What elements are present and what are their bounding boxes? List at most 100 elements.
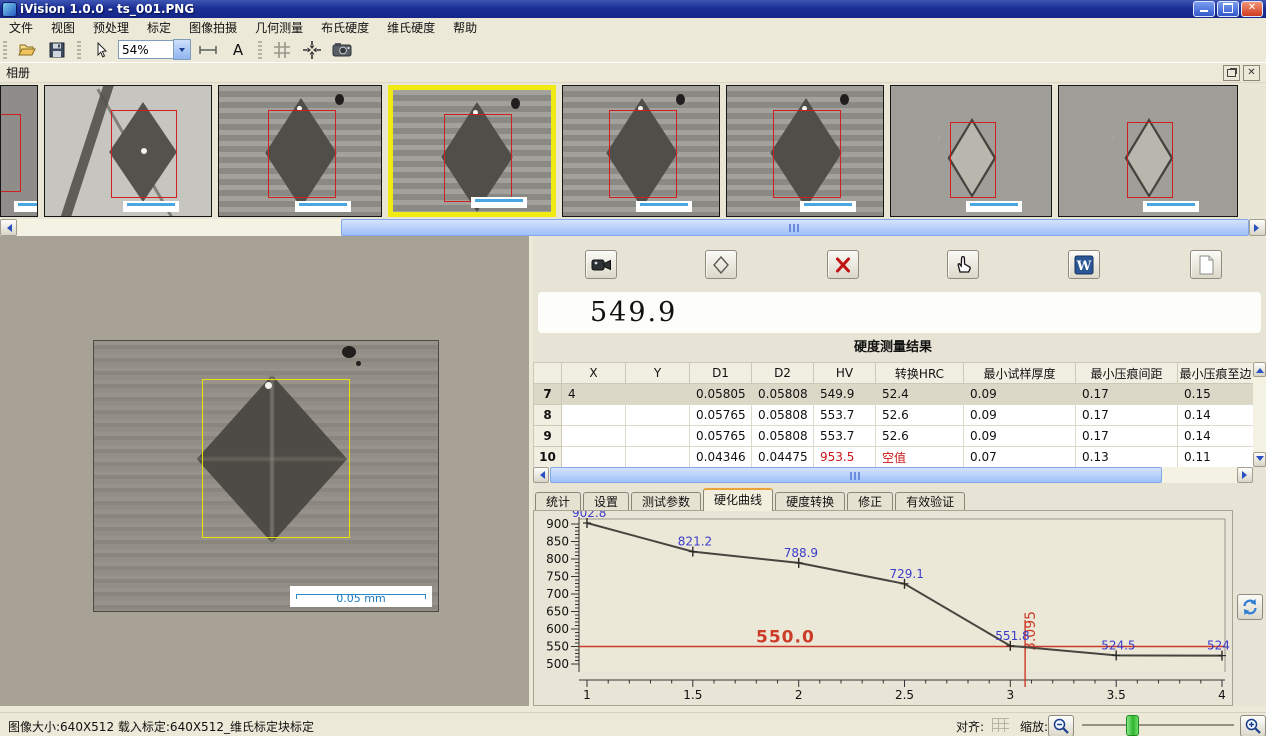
- measurement-box[interactable]: [202, 379, 350, 538]
- open-file-button[interactable]: [14, 38, 40, 61]
- float-panel-button[interactable]: [1223, 65, 1240, 81]
- menu-item-1[interactable]: 视图: [42, 18, 84, 37]
- tab-6[interactable]: 有效验证: [895, 492, 965, 511]
- menu-item-2[interactable]: 预处理: [84, 18, 138, 37]
- tab-3[interactable]: 硬化曲线: [703, 488, 773, 511]
- scroll-left-button[interactable]: [0, 219, 17, 236]
- menu-item-4[interactable]: 图像拍摄: [180, 18, 246, 37]
- tab-4[interactable]: 硬度转换: [775, 492, 845, 511]
- tab-5[interactable]: 修正: [847, 492, 893, 511]
- table-row[interactable]: 740.058050.05808549.952.40.090.170.15: [534, 384, 1254, 405]
- svg-text:800: 800: [546, 552, 569, 566]
- table-column-header[interactable]: X: [562, 363, 626, 384]
- table-cell: [626, 447, 690, 468]
- toolbar-grip: [258, 41, 262, 59]
- scroll-down-button[interactable]: [1253, 452, 1266, 467]
- table-column-header[interactable]: 最小压痕间距: [1076, 363, 1178, 384]
- microscope-image[interactable]: 0.05 mm: [93, 340, 439, 612]
- table-cell: 0.13: [1076, 447, 1178, 468]
- table-row[interactable]: 100.043460.04475953.5空值0.070.130.11: [534, 447, 1254, 468]
- select-cursor-button[interactable]: [88, 38, 114, 61]
- album-thumbnail[interactable]: [562, 85, 720, 217]
- refresh-chart-button[interactable]: [1237, 594, 1263, 620]
- tab-2[interactable]: 测试参数: [631, 492, 701, 511]
- album-thumbnail[interactable]: [726, 85, 884, 217]
- zoom-level-input[interactable]: [118, 40, 173, 59]
- album-thumbnail[interactable]: [218, 85, 382, 217]
- zoom-out-icon: [1052, 717, 1070, 735]
- table-cell: [626, 405, 690, 426]
- album-thumbnail[interactable]: [44, 85, 212, 217]
- zoom-out-button[interactable]: [1048, 715, 1074, 736]
- maximize-button[interactable]: [1217, 1, 1239, 17]
- table-horizontal-scrollbar[interactable]: [533, 467, 1253, 483]
- thumbnail-scale-bar: [14, 201, 38, 212]
- arrow-down-icon: [1256, 456, 1264, 465]
- scrollbar-thumb[interactable]: [550, 467, 1162, 483]
- table-row[interactable]: 80.057650.05808553.752.60.090.170.14: [534, 405, 1254, 426]
- new-report-button[interactable]: [1190, 250, 1222, 279]
- grid-toggle-button[interactable]: [269, 38, 295, 61]
- menu-item-5[interactable]: 几何测量: [246, 18, 312, 37]
- svg-text:4: 4: [1218, 688, 1226, 702]
- delete-result-button[interactable]: [827, 250, 859, 279]
- table-column-header[interactable]: Y: [626, 363, 690, 384]
- scroll-left-button[interactable]: [533, 467, 549, 483]
- zoom-dropdown-button[interactable]: [173, 39, 191, 60]
- album-thumbnail[interactable]: [890, 85, 1052, 217]
- capture-video-button[interactable]: [585, 250, 617, 279]
- zoom-in-button[interactable]: [1240, 715, 1266, 736]
- table-column-header[interactable]: 最小压痕至边: [1178, 363, 1254, 384]
- row-number: 7: [534, 384, 562, 405]
- menu-item-8[interactable]: 帮助: [444, 18, 486, 37]
- video-camera-icon: [591, 258, 612, 272]
- arrow-right-icon: [1242, 471, 1251, 479]
- measure-tool-button[interactable]: [195, 38, 221, 61]
- pan-tool-button[interactable]: [947, 250, 979, 279]
- album-scrollbar[interactable]: [0, 219, 1266, 236]
- menu-item-0[interactable]: 文件: [0, 18, 42, 37]
- table-cell: 549.9: [814, 384, 876, 405]
- table-column-header[interactable]: HV: [814, 363, 876, 384]
- indent-measure-button[interactable]: [705, 250, 737, 279]
- menu-item-6[interactable]: 布氏硬度: [312, 18, 378, 37]
- menu-item-3[interactable]: 标定: [138, 18, 180, 37]
- album-thumbnail[interactable]: [1058, 85, 1238, 217]
- close-panel-button[interactable]: ✕: [1243, 65, 1260, 81]
- scroll-right-button[interactable]: [1237, 467, 1253, 483]
- capture-image-button[interactable]: [329, 38, 355, 61]
- table-cell: 953.5: [814, 447, 876, 468]
- center-image-button[interactable]: [299, 38, 325, 61]
- app-icon: [3, 3, 16, 16]
- results-panel: W 549.9 硬度测量结果 XYD1D2HV转换HRC最小试样厚度最小压痕间距…: [533, 236, 1266, 706]
- hand-icon: [954, 255, 972, 274]
- scroll-right-button[interactable]: [1249, 219, 1266, 236]
- save-button[interactable]: [44, 38, 70, 61]
- scrollbar-thumb[interactable]: [341, 219, 1249, 236]
- table-column-header[interactable]: D2: [752, 363, 814, 384]
- menu-item-7[interactable]: 维氏硬度: [378, 18, 444, 37]
- table-cell: 0.04346: [690, 447, 752, 468]
- table-row[interactable]: 90.057650.05808553.752.60.090.170.14: [534, 426, 1254, 447]
- table-column-header[interactable]: 最小试样厚度: [964, 363, 1076, 384]
- svg-text:524: 524: [1207, 639, 1230, 653]
- zoom-slider-track[interactable]: [1082, 724, 1234, 726]
- table-cell: 0.17: [1076, 426, 1178, 447]
- scroll-up-button[interactable]: [1253, 362, 1266, 377]
- export-word-button[interactable]: W: [1068, 250, 1100, 279]
- align-grid-icon[interactable]: [992, 718, 1009, 732]
- table-column-header[interactable]: [534, 363, 562, 384]
- close-button[interactable]: ✕: [1241, 1, 1263, 17]
- text-annotation-button[interactable]: A: [225, 38, 251, 61]
- zoom-slider-thumb[interactable]: [1126, 715, 1139, 736]
- tab-1[interactable]: 设置: [583, 492, 629, 511]
- svg-text:600: 600: [546, 622, 569, 636]
- minimize-button[interactable]: [1193, 1, 1215, 17]
- album-thumbnail[interactable]: [0, 85, 38, 217]
- table-column-header[interactable]: 转换HRC: [876, 363, 964, 384]
- image-viewer[interactable]: 0.05 mm: [0, 236, 529, 706]
- table-column-header[interactable]: D1: [690, 363, 752, 384]
- tab-0[interactable]: 统计: [535, 492, 581, 511]
- table-vertical-scrollbar[interactable]: [1253, 362, 1266, 467]
- album-thumbnail[interactable]: [388, 85, 556, 217]
